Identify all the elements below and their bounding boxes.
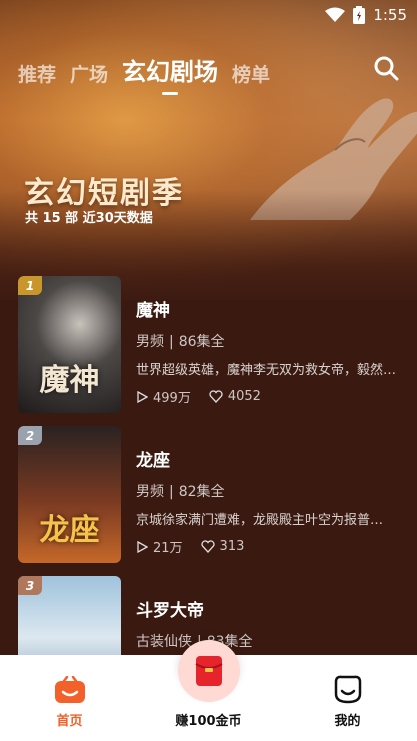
- cover-title: 魔神: [39, 363, 100, 398]
- nav-mine-label: 我的: [334, 714, 361, 729]
- rank-badge: 2: [18, 426, 42, 445]
- item-meta: 男频 | 86集全: [136, 334, 225, 350]
- item-episodes: 82集全: [178, 484, 225, 500]
- bottom-nav: 首页 赚100金币 我的: [0, 640, 417, 741]
- item-info: 斗罗大帝 古装仙侠|83集全: [136, 596, 399, 651]
- coin-bubble[interactable]: [177, 640, 240, 702]
- item-stats: 499万 4052: [136, 387, 399, 406]
- nav-home-label: 首页: [56, 714, 83, 729]
- list-item[interactable]: 2 龙座 龙座 男频 | 82集全 京城徐家满门遭难，龙殿殿主叶空为报普… 21万 …: [0, 426, 417, 576]
- play-count: 499万: [153, 391, 191, 406]
- like-count: 4052: [227, 389, 261, 404]
- play-icon: [137, 390, 148, 403]
- item-title: 龙座: [136, 451, 170, 471]
- item-genre: 男频: [136, 334, 164, 350]
- nav-home[interactable]: 首页: [10, 676, 130, 729]
- rank-badge: 1: [18, 276, 42, 295]
- item-info: 魔神 男频 | 86集全 世界超级英雄，魔神李无双为救女帝，毅然… 499万 405…: [136, 296, 399, 406]
- tab-fantasy-theater[interactable]: 玄幻剧场: [122, 52, 218, 87]
- play-count: 21万: [153, 541, 183, 556]
- item-genre: 男频: [136, 484, 164, 500]
- battery-icon: [353, 6, 366, 24]
- nav-earn-coins[interactable]: 赚100金币: [149, 640, 269, 729]
- tab-recommend[interactable]: 推荐: [18, 60, 56, 87]
- red-envelope-icon: [194, 656, 223, 686]
- season-title: 玄幻短剧季: [24, 176, 184, 211]
- item-genre: 古装仙侠: [136, 634, 192, 650]
- tab-square[interactable]: 广场: [70, 60, 108, 87]
- status-time: 1:55: [373, 6, 407, 24]
- list-item[interactable]: 1 魔神 魔神 男频 | 86集全 世界超级英雄，魔神李无双为救女帝，毅然… 499…: [0, 276, 417, 426]
- item-meta: 古装仙侠|83集全: [136, 631, 399, 651]
- rank-badge: 3: [18, 576, 42, 595]
- cover-title: 龙座: [39, 513, 100, 548]
- item-info: 龙座 男频 | 82集全 京城徐家满门遭难，龙殿殿主叶空为报普… 21万 313: [136, 446, 399, 556]
- wifi-icon: [325, 7, 346, 22]
- nav-earn-label: 赚100金币: [175, 714, 242, 729]
- item-title: 魔神: [136, 301, 170, 321]
- item-meta: 男频 | 82集全: [136, 484, 225, 500]
- play-icon: [137, 540, 148, 553]
- search-icon[interactable]: [373, 55, 399, 81]
- tab-ranking[interactable]: 榜单: [232, 60, 270, 87]
- item-description: 京城徐家满门遭难，龙殿殿主叶空为报普…: [136, 513, 384, 528]
- item-episodes: 86集全: [178, 334, 225, 350]
- like-icon: [200, 540, 215, 553]
- item-stats: 21万 313: [136, 537, 399, 556]
- status-bar: 1:55: [0, 0, 417, 30]
- cover-image[interactable]: 1 魔神: [18, 276, 121, 413]
- item-title: 斗罗大帝: [136, 601, 204, 621]
- hero-banner[interactable]: [0, 0, 417, 300]
- like-icon: [209, 390, 223, 403]
- season-subtitle: 共 15 部 近30天数据: [25, 211, 153, 226]
- top-tabs: 推荐 广场 玄幻剧场 榜单: [18, 52, 270, 87]
- cover-image[interactable]: 2 龙座: [18, 426, 121, 563]
- profile-face-icon: [334, 675, 361, 704]
- item-description: 世界超级英雄，魔神李无双为救女帝，毅然…: [136, 363, 397, 378]
- nav-mine[interactable]: 我的: [288, 674, 408, 729]
- home-icon: [54, 676, 85, 703]
- like-count: 313: [219, 539, 245, 554]
